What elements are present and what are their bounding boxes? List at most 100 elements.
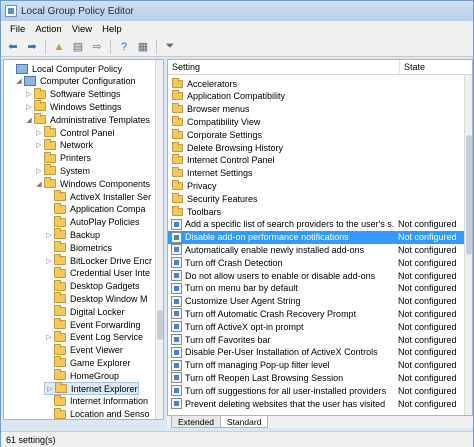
expand-arrow-icon[interactable]: ▷ bbox=[34, 141, 44, 149]
tree-node-label: Internet Explorer bbox=[71, 383, 138, 394]
list-item[interactable]: Turn off suggestions for all user-instal… bbox=[168, 384, 464, 397]
list-item[interactable]: Privacy bbox=[168, 179, 464, 192]
list-item[interactable]: Browser menus bbox=[168, 103, 464, 116]
help-icon[interactable]: ? bbox=[116, 39, 132, 55]
expand-arrow-icon[interactable]: ▷ bbox=[44, 231, 54, 239]
tree-node[interactable]: Credential User Inte bbox=[44, 266, 150, 280]
tree-node[interactable]: ▷ Internet Explorer bbox=[44, 382, 139, 395]
list-item[interactable]: Do not allow users to enable or disable … bbox=[168, 269, 464, 282]
tree-node[interactable]: Application Compa bbox=[44, 202, 146, 216]
console-tree[interactable]: Local Computer Policy ◢ Computer Configura… bbox=[3, 59, 164, 420]
list-item[interactable]: Compatibility View bbox=[168, 115, 464, 128]
expand-arrow-icon[interactable]: ▷ bbox=[44, 257, 54, 265]
column-header-setting[interactable]: Setting bbox=[168, 60, 400, 74]
tree-node[interactable]: ▷ BitLocker Drive Encr bbox=[44, 254, 152, 267]
list-item[interactable]: Turn off Crash Detection Not configured bbox=[168, 256, 464, 269]
settings-list[interactable]: Setting State Accelerators Application Co… bbox=[167, 59, 473, 416]
tree-node[interactable]: ▷ Software Settings bbox=[24, 87, 121, 101]
tree-node[interactable]: Location and Senso bbox=[44, 407, 150, 419]
list-item[interactable]: Turn on menu bar by default Not configure… bbox=[168, 282, 464, 295]
list-item[interactable]: Security Features bbox=[168, 192, 464, 205]
computer-icon bbox=[24, 76, 36, 87]
tree-node[interactable]: ▷ Windows Settings bbox=[24, 100, 122, 113]
tree-node[interactable]: ▷ Event Log Service bbox=[44, 330, 143, 344]
list-item[interactable]: Automatically enable newly installed add… bbox=[168, 243, 464, 256]
tree-node[interactable]: Printers bbox=[34, 151, 91, 165]
tree-node[interactable]: ▷ System bbox=[34, 164, 90, 177]
list-item[interactable]: Internet Control Panel bbox=[168, 154, 464, 167]
list-item[interactable]: Internet Settings bbox=[168, 167, 464, 180]
tab-extended[interactable]: Extended bbox=[171, 416, 221, 428]
list-item[interactable]: Accelerators bbox=[168, 77, 464, 90]
tree-scroll-thumb[interactable] bbox=[157, 310, 163, 340]
expand-arrow-icon[interactable]: ▷ bbox=[24, 103, 34, 111]
expand-arrow-icon[interactable]: ▷ bbox=[44, 333, 54, 341]
tree-node[interactable]: AutoPlay Policies bbox=[44, 215, 140, 229]
tree-node[interactable]: Desktop Window M bbox=[44, 292, 148, 305]
tree-node[interactable]: Digital Locker bbox=[44, 305, 125, 318]
list-item[interactable]: Corporate Settings bbox=[168, 128, 464, 141]
expand-arrow-icon[interactable]: ◢ bbox=[34, 180, 44, 188]
folder-icon bbox=[34, 100, 46, 112]
list-item[interactable]: Prevent deleting websites that the user … bbox=[168, 397, 464, 410]
setting-state: Not configured bbox=[398, 308, 457, 319]
tree-node[interactable]: Event Viewer bbox=[44, 343, 123, 357]
tree-node[interactable]: Game Explorer bbox=[44, 356, 131, 369]
tree-node[interactable]: Event Forwarding bbox=[44, 318, 141, 331]
expand-arrow-icon[interactable]: ▷ bbox=[45, 385, 55, 393]
list-item[interactable]: Turn off Favorites bar Not configured bbox=[168, 333, 464, 346]
list-item[interactable]: Customize User Agent String Not configure… bbox=[168, 295, 464, 308]
menu-file[interactable]: File bbox=[5, 24, 30, 35]
tree-node[interactable]: ▷ Backup bbox=[44, 228, 100, 241]
list-item[interactable]: Application Compatibility bbox=[168, 90, 464, 103]
filter-icon[interactable]: ⏷ bbox=[162, 39, 178, 55]
tree-node[interactable]: Biometrics bbox=[44, 241, 112, 254]
expand-arrow-icon[interactable]: ▷ bbox=[34, 129, 44, 137]
policy-setting-icon bbox=[171, 308, 182, 320]
expand-arrow-icon[interactable]: ◢ bbox=[24, 116, 34, 124]
properties-icon[interactable]: ▦ bbox=[135, 39, 151, 55]
list-item[interactable]: Disable add-on performance notifications… bbox=[168, 230, 464, 244]
tree-scrollbar[interactable] bbox=[155, 60, 163, 419]
tree-node[interactable]: Local Computer Policy bbox=[6, 62, 122, 75]
setting-name: Accelerators bbox=[187, 78, 238, 89]
folder-icon bbox=[172, 154, 183, 165]
list-scrollbar[interactable] bbox=[464, 75, 472, 415]
tree-node[interactable]: HomeGroup bbox=[44, 369, 119, 382]
up-folder-icon[interactable]: ▲ bbox=[51, 39, 67, 55]
tab-standard[interactable]: Standard bbox=[219, 416, 269, 428]
forward-arrow-icon[interactable]: ➡ bbox=[24, 39, 40, 55]
export-list-icon[interactable]: ⇨ bbox=[89, 39, 105, 55]
setting-state: Not configured bbox=[398, 257, 457, 268]
policy-setting-icon bbox=[171, 282, 182, 294]
show-hide-tree-icon[interactable]: ▤ bbox=[70, 39, 86, 55]
back-arrow-icon[interactable]: ⬅ bbox=[5, 39, 21, 55]
menu-action[interactable]: Action bbox=[30, 24, 66, 35]
folder-icon bbox=[54, 241, 66, 253]
title-bar[interactable]: Local Group Policy Editor bbox=[1, 1, 473, 21]
list-item[interactable]: Toolbars bbox=[168, 205, 464, 218]
tree-node[interactable]: ◢ Computer Configuration bbox=[14, 75, 136, 88]
expand-arrow-icon[interactable]: ▷ bbox=[24, 90, 34, 98]
list-item[interactable]: Disable Per-User Installation of ActiveX… bbox=[168, 346, 464, 359]
tree-node[interactable]: ActiveX Installer Ser bbox=[44, 190, 151, 203]
tree-node[interactable]: ◢ Windows Components bbox=[34, 177, 150, 190]
tree-node[interactable]: Desktop Gadgets bbox=[44, 279, 140, 293]
list-item[interactable]: Turn off Reopen Last Browsing Session Not… bbox=[168, 371, 464, 384]
list-item[interactable]: Turn off Automatic Crash Recovery Prompt… bbox=[168, 307, 464, 320]
tree-node[interactable]: ◢ Administrative Templates bbox=[24, 113, 150, 126]
menu-view[interactable]: View bbox=[67, 24, 97, 35]
list-item[interactable]: Turn off managing Pop-up filter level Not… bbox=[168, 359, 464, 372]
expand-arrow-icon[interactable]: ▷ bbox=[34, 167, 44, 175]
column-header-state[interactable]: State bbox=[400, 62, 425, 72]
tree-node[interactable]: Internet Information bbox=[44, 394, 148, 408]
list-item[interactable]: Add a specific list of search providers … bbox=[168, 218, 464, 231]
tree-node-label: Desktop Window M bbox=[70, 293, 148, 304]
list-item[interactable]: Turn off ActiveX opt-in prompt Not config… bbox=[168, 320, 464, 333]
list-scroll-thumb[interactable] bbox=[466, 135, 472, 255]
menu-help[interactable]: Help bbox=[97, 24, 127, 35]
list-item[interactable]: Delete Browsing History bbox=[168, 141, 464, 154]
tree-node[interactable]: ▷ Control Panel bbox=[34, 126, 115, 139]
tree-node[interactable]: ▷ Network bbox=[34, 138, 93, 152]
expand-arrow-icon[interactable]: ◢ bbox=[14, 77, 24, 85]
